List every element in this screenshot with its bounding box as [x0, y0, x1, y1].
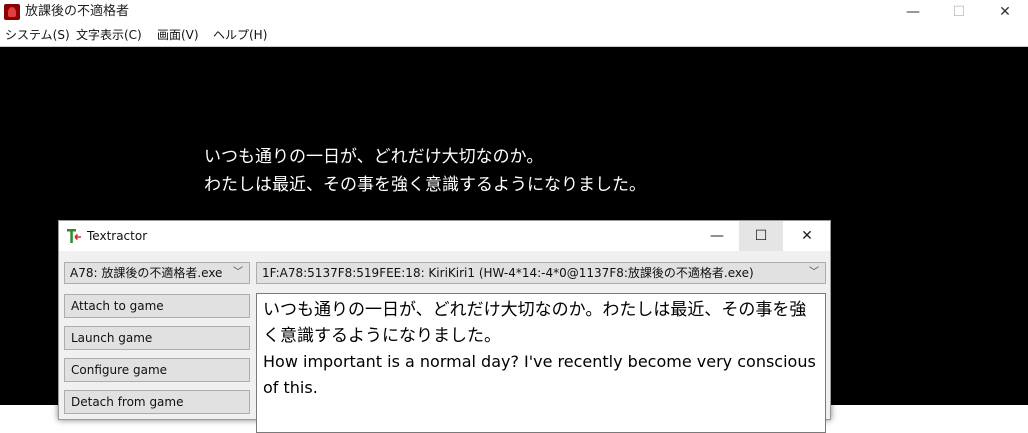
maximize-icon[interactable]: ☐ [936, 0, 982, 24]
hook-dropdown-value: 1F:A78:5137F8:519FEE:18: KiriKiri1 (HW-4… [262, 266, 754, 280]
attach-to-game-button[interactable]: Attach to game [64, 294, 250, 318]
game-dialogue-text: いつも通りの一日が、どれだけ大切なのか。 わたしは最近、その事を強く意識するよう… [204, 143, 844, 199]
close-icon[interactable]: ✕ [785, 221, 829, 251]
minimize-icon[interactable]: — [695, 221, 739, 251]
translated-english-text: How important is a normal day? I've rece… [263, 352, 816, 397]
detach-from-game-button[interactable]: Detach from game [64, 390, 250, 414]
minimize-icon[interactable]: — [890, 0, 936, 24]
launch-game-button[interactable]: Launch game [64, 326, 250, 350]
maximize-icon[interactable]: ☐ [739, 221, 783, 251]
process-dropdown[interactable]: A78: 放課後の不適格者.exe ﹀ [64, 262, 250, 284]
menu-text-display[interactable]: 文字表示(C) [73, 26, 145, 44]
extracted-text-output[interactable]: いつも通りの一日が、どれだけ大切なのか。わたしは最近、その事を強く意識するように… [256, 293, 826, 433]
configure-game-button[interactable]: Configure game [64, 358, 250, 382]
dialogue-line-1: いつも通りの一日が、どれだけ大切なのか。 [204, 147, 544, 167]
menu-system[interactable]: システム(S) [2, 26, 73, 44]
hook-dropdown[interactable]: 1F:A78:5137F8:519FEE:18: KiriKiri1 (HW-4… [256, 262, 826, 284]
game-app-icon [4, 4, 20, 20]
textractor-titlebar: Textractor — ☐ ✕ [59, 221, 830, 251]
process-dropdown-value: A78: 放課後の不適格者.exe [70, 266, 223, 280]
textractor-title: Textractor [87, 229, 148, 243]
textractor-window: Textractor — ☐ ✕ A78: 放課後の不適格者.exe ﹀ 1F:… [58, 220, 831, 433]
game-menubar: システム(S) 文字表示(C) 画面(V) ヘルプ(H) [0, 24, 1028, 47]
chevron-down-icon: ﹀ [233, 267, 243, 278]
chevron-down-icon: ﹀ [809, 267, 819, 278]
close-icon[interactable]: ✕ [982, 0, 1028, 24]
extracted-japanese-text: いつも通りの一日が、どれだけ大切なのか。わたしは最近、その事を強く意識するように… [263, 300, 807, 346]
textractor-logo-icon [67, 229, 81, 243]
game-title: 放課後の不適格者 [25, 4, 130, 19]
game-titlebar: 放課後の不適格者 — ☐ ✕ [0, 0, 1028, 24]
menu-help[interactable]: ヘルプ(H) [210, 26, 270, 44]
dialogue-line-2: わたしは最近、その事を強く意識するようになりました。 [204, 175, 646, 195]
menu-screen[interactable]: 画面(V) [154, 26, 202, 44]
